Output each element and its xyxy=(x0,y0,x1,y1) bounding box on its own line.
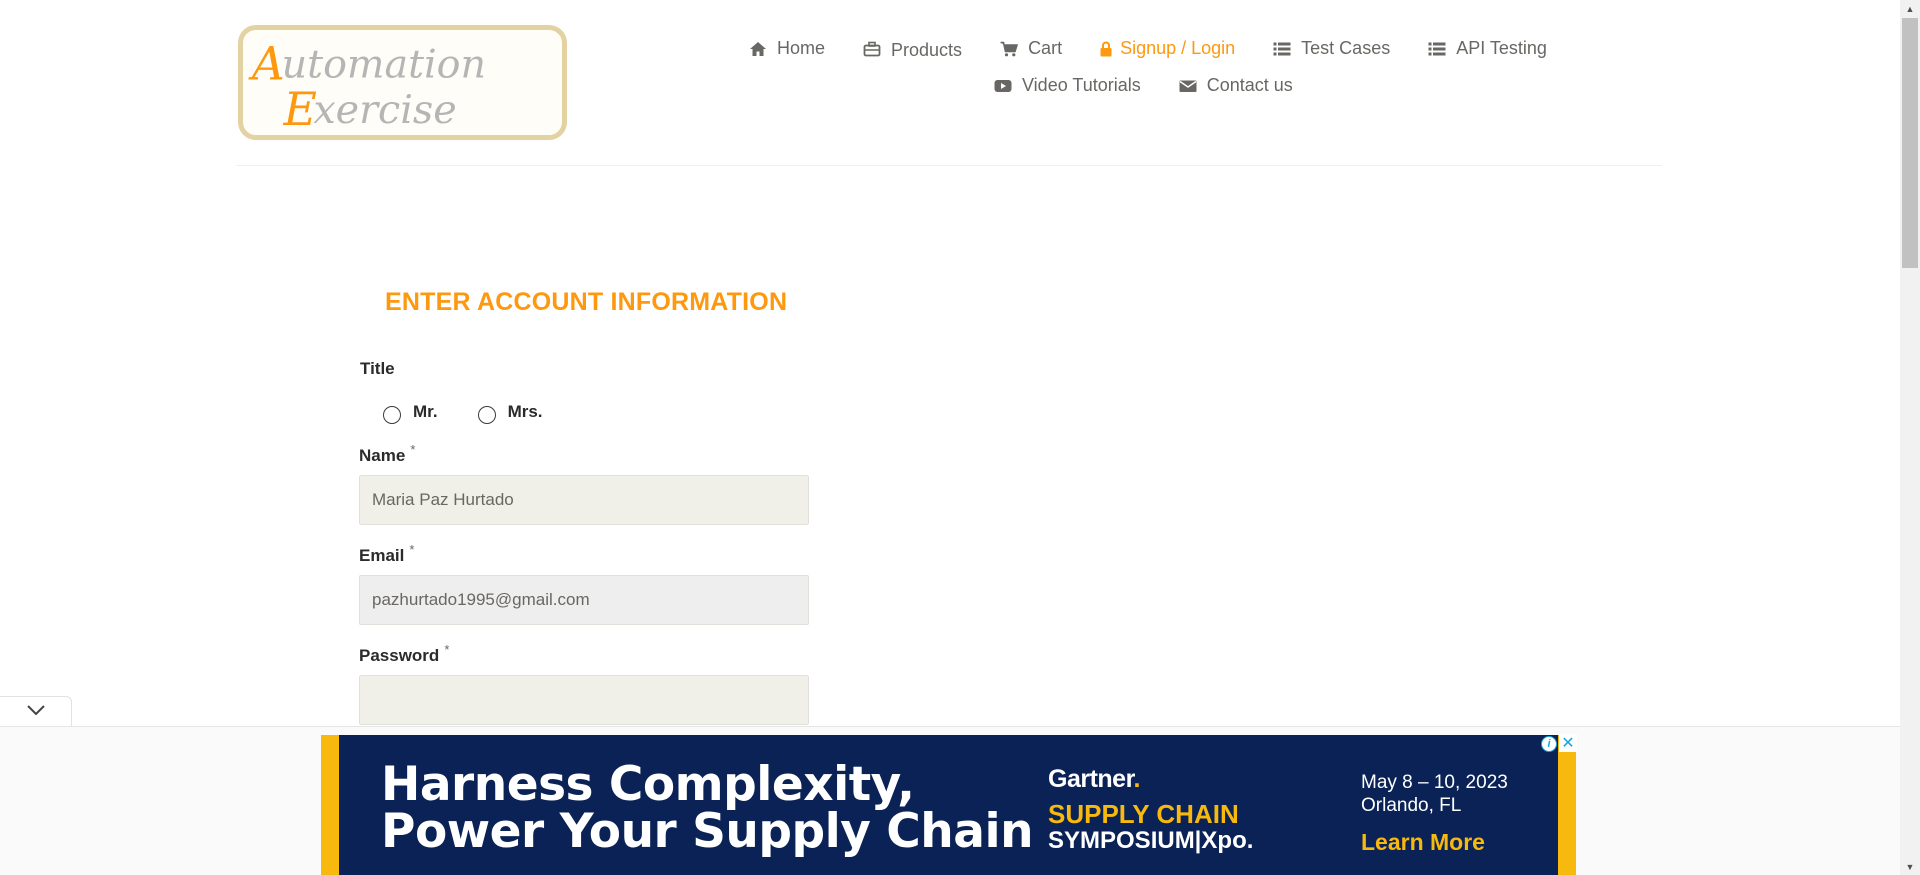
nav-api-testing[interactable]: API Testing xyxy=(1427,38,1547,59)
nav-cart[interactable]: Cart xyxy=(999,38,1062,59)
ad-headline: Harness Complexity, Power Your Supply Ch… xyxy=(381,757,1034,859)
ad-brand-name: Gartner xyxy=(1048,765,1134,793)
email-field-value: pazhurtado1995@gmail.com xyxy=(372,590,590,609)
cart-icon xyxy=(999,39,1019,59)
ad-bar: Harness Complexity, Power Your Supply Ch… xyxy=(0,726,1900,875)
radio-mrs[interactable] xyxy=(477,406,496,424)
nav-home[interactable]: Home xyxy=(748,38,825,59)
svg-text:utomation: utomation xyxy=(282,42,486,88)
main-nav-row-2: Video Tutorials Contact us xyxy=(993,75,1293,96)
logo-graphic: A utomation E xercise xyxy=(248,38,486,135)
youtube-play-icon xyxy=(993,76,1013,96)
svg-text:A: A xyxy=(248,38,285,91)
envelope-icon xyxy=(1178,76,1198,96)
svg-text:E: E xyxy=(283,83,317,135)
password-label: Password * xyxy=(359,642,449,666)
nav-home-label: Home xyxy=(777,38,826,58)
nav-cart-label: Cart xyxy=(1028,38,1063,58)
svg-text:xercise: xercise xyxy=(313,87,456,133)
nav-contact-us-label: Contact us xyxy=(1206,75,1293,95)
required-mark: * xyxy=(410,442,416,457)
ad-brand: Gartner. xyxy=(1048,765,1140,794)
form-title: ENTER ACCOUNT INFORMATION xyxy=(385,288,788,316)
required-mark: * xyxy=(444,642,450,657)
ad-learn-more[interactable]: Learn More xyxy=(1361,829,1485,856)
scroll-down-icon[interactable]: ▼ xyxy=(1900,858,1920,875)
title-label-text: Title xyxy=(360,359,395,378)
home-icon xyxy=(748,39,768,59)
email-label-text: Email xyxy=(359,546,405,565)
site-logo[interactable]: A utomation E xercise xyxy=(238,25,567,140)
name-label: Name * xyxy=(359,442,415,466)
list-icon xyxy=(1272,39,1292,59)
ad-date-line-1: May 8 – 10, 2023 xyxy=(1361,772,1508,793)
scrollbar-thumb[interactable] xyxy=(1902,18,1918,268)
briefcase-icon xyxy=(862,39,882,59)
nav-test-cases[interactable]: Test Cases xyxy=(1272,38,1390,59)
name-label-text: Name xyxy=(359,446,406,465)
list-icon xyxy=(1427,39,1447,59)
ad-banner[interactable]: Harness Complexity, Power Your Supply Ch… xyxy=(321,735,1576,875)
nav-products-label: Products xyxy=(891,40,963,60)
ad-brand-dot: . xyxy=(1133,765,1140,793)
title-label: Title xyxy=(360,359,395,379)
ad-date-line-2: Orlando, FL xyxy=(1361,795,1462,816)
email-field[interactable]: pazhurtado1995@gmail.com xyxy=(359,575,809,625)
site-header: A utomation E xercise Home Products Cart xyxy=(0,0,1900,166)
header-divider xyxy=(236,165,1662,166)
nav-video-tutorials-label: Video Tutorials xyxy=(1022,75,1141,95)
title-option-mr[interactable]: Mr. xyxy=(383,400,438,424)
radio-mr[interactable] xyxy=(383,406,401,424)
password-label-text: Password xyxy=(359,646,440,665)
name-field-value: Maria Paz Hurtado xyxy=(372,490,514,509)
chevron-down-icon xyxy=(26,703,46,721)
ad-event-line-1: SUPPLY CHAIN xyxy=(1048,799,1239,829)
email-label: Email * xyxy=(359,542,414,566)
title-radio-group: Mr. Mrs. xyxy=(383,400,583,424)
ad-date: May 8 – 10, 2023 Orlando, FL xyxy=(1361,771,1508,817)
nav-signup-login[interactable]: Signup / Login xyxy=(1099,38,1235,59)
nav-products[interactable]: Products xyxy=(862,38,963,60)
nav-api-testing-label: API Testing xyxy=(1456,38,1547,58)
lock-icon xyxy=(1099,39,1113,59)
main-nav-row-1: Home Products Cart Signup / Login Test C… xyxy=(748,38,1547,60)
password-field[interactable] xyxy=(359,675,809,725)
nav-signup-login-label: Signup / Login xyxy=(1120,38,1236,58)
nav-contact-us[interactable]: Contact us xyxy=(1178,75,1293,96)
ad-info-icon[interactable]: i xyxy=(1541,736,1557,752)
scroll-up-icon[interactable]: ▲ xyxy=(1900,0,1920,17)
title-option-mrs[interactable]: Mrs. xyxy=(477,400,543,424)
nav-video-tutorials[interactable]: Video Tutorials xyxy=(993,75,1141,96)
ad-event-line-2: SYMPOSIUM|Xpo. xyxy=(1048,827,1254,854)
nav-test-cases-label: Test Cases xyxy=(1301,38,1391,58)
ad-collapse-toggle[interactable] xyxy=(0,696,72,726)
required-mark: * xyxy=(409,542,415,557)
radio-mr-label: Mr. xyxy=(413,402,438,421)
radio-mrs-label: Mrs. xyxy=(507,402,543,421)
ad-headline-line-1: Harness Complexity, xyxy=(381,757,915,812)
name-field[interactable]: Maria Paz Hurtado xyxy=(359,475,809,525)
ad-close-icon[interactable]: ✕ xyxy=(1559,734,1577,752)
ad-headline-line-2: Power Your Supply Chain xyxy=(381,804,1034,859)
